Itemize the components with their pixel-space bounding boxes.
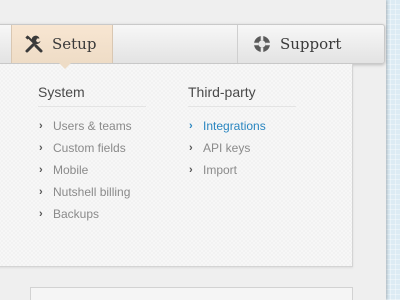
system-column: System › Users & teams › Custom fields ›… (38, 84, 146, 225)
menu-item-backups[interactable]: › Backups (38, 203, 146, 225)
third-party-column: Third-party › Integrations › API keys › … (188, 84, 296, 181)
chevron-right-icon: › (39, 186, 43, 198)
chevron-right-icon: › (39, 208, 43, 220)
system-menu-list: › Users & teams › Custom fields › Mobile… (38, 115, 146, 225)
menu-item-custom-fields[interactable]: › Custom fields (38, 137, 146, 159)
menu-item-integrations[interactable]: › Integrations (188, 115, 296, 137)
chevron-right-icon: › (189, 142, 193, 154)
menu-item-label: Users & teams (53, 119, 132, 133)
chevron-right-icon: › (189, 120, 193, 132)
menu-item-label: Integrations (203, 119, 266, 133)
setup-tab-label: Setup (52, 35, 97, 53)
menu-item-label: Backups (53, 207, 100, 221)
menu-item-label: Mobile (53, 163, 89, 177)
third-party-heading: Third-party (188, 84, 296, 107)
menu-item-label: Custom fields (53, 141, 126, 155)
third-party-menu-list: › Integrations › API keys › Import (188, 115, 296, 181)
support-tab[interactable]: Support (237, 25, 385, 63)
menu-item-label: Nutshell billing (53, 185, 131, 199)
lifebuoy-icon (252, 34, 272, 54)
menu-item-label: API keys (203, 141, 251, 155)
system-heading: System (38, 84, 146, 107)
menu-item-users-teams[interactable]: › Users & teams (38, 115, 146, 137)
top-navbar: Setup Support (0, 24, 385, 64)
support-tab-label: Support (280, 35, 342, 53)
menu-item-mobile[interactable]: › Mobile (38, 159, 146, 181)
chevron-right-icon: › (189, 164, 193, 176)
wrench-screwdriver-icon (24, 34, 44, 54)
chevron-right-icon: › (39, 164, 43, 176)
menu-item-label: Import (203, 163, 238, 177)
content-card (30, 287, 353, 300)
chevron-right-icon: › (39, 120, 43, 132)
chevron-right-icon: › (39, 142, 43, 154)
menu-item-api-keys[interactable]: › API keys (188, 137, 296, 159)
dropdown-pointer (59, 63, 71, 69)
menu-item-nutshell-billing[interactable]: › Nutshell billing (38, 181, 146, 203)
menu-item-import[interactable]: › Import (188, 159, 296, 181)
setup-tab[interactable]: Setup (11, 25, 113, 63)
setup-dropdown-menu: System › Users & teams › Custom fields ›… (0, 64, 353, 267)
